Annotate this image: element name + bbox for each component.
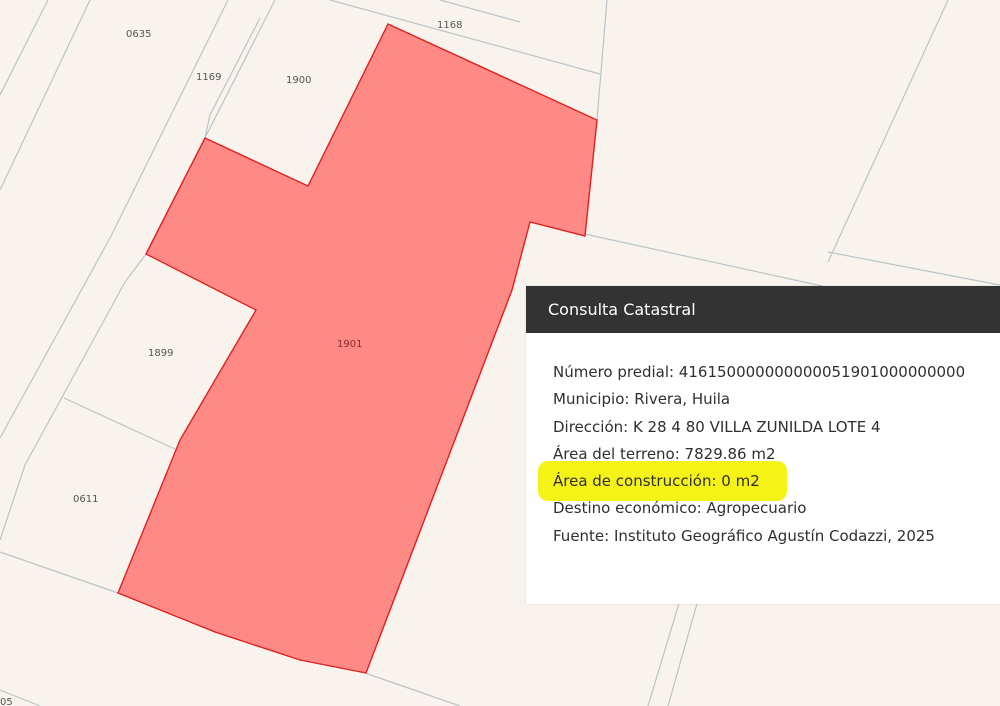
parcel-label-1899: 1899: [148, 348, 173, 359]
info-destino-economico: Destino económico: Agropecuario: [553, 495, 1000, 522]
parcel-label-1901: 1901: [337, 339, 362, 350]
parcel-label-1168: 1168: [437, 20, 462, 31]
cadastral-info-panel: Consulta Catastral Número predial: 41615…: [526, 286, 1000, 604]
info-area-construccion-highlighted: Área de construcción: 0 m2: [538, 461, 1000, 502]
panel-title: Consulta Catastral: [526, 286, 1000, 333]
parcel-label-1169: 1169: [196, 72, 221, 83]
info-municipio-text: Municipio: Rivera, Huila: [553, 390, 731, 409]
panel-body: Número predial: 416150000000000051901000…: [526, 333, 1000, 550]
info-destino-text: Destino económico: Agropecuario: [553, 499, 807, 518]
parcel-label-05: 05: [0, 697, 13, 706]
info-fuente: Fuente: Instituto Geográfico Agustín Cod…: [553, 523, 1000, 550]
info-area-construccion-text: Área de construcción: 0 m2: [553, 472, 760, 491]
info-area-terreno-text: Área del terreno: 7829.86 m2: [553, 444, 776, 463]
info-direccion-text: Dirección: K 28 4 80 VILLA ZUNILDA LOTE …: [553, 417, 881, 436]
parcel-label-1900: 1900: [286, 75, 311, 86]
info-numero-predial-text: Número predial: 416150000000000051901000…: [553, 363, 966, 381]
info-direccion: Dirección: K 28 4 80 VILLA ZUNILDA LOTE …: [553, 414, 1000, 441]
info-municipio: Municipio: Rivera, Huila: [553, 386, 1000, 413]
parcel-label-0611: 0611: [73, 494, 98, 505]
info-numero-predial: Número predial: 416150000000000051901000…: [553, 359, 1000, 386]
info-fuente-text: Fuente: Instituto Geográfico Agustín Cod…: [553, 526, 935, 545]
parcel-label-0635: 0635: [126, 29, 151, 40]
